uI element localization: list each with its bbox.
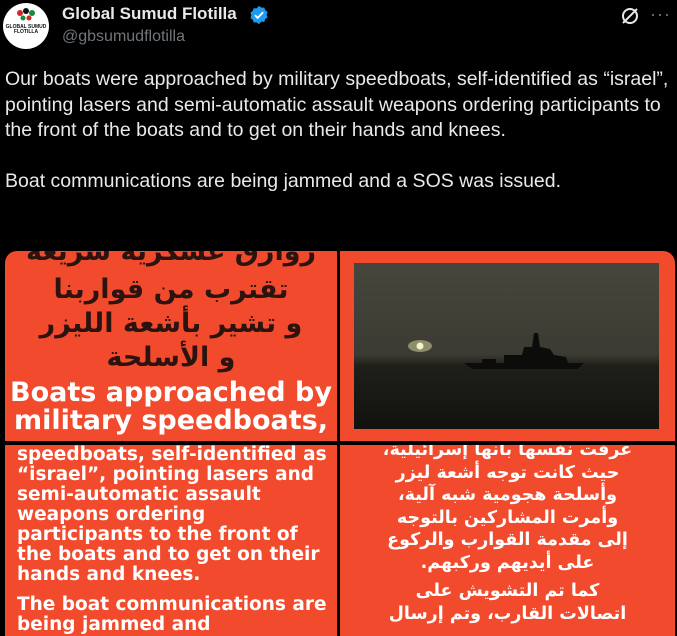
english-body-paragraph: The boat communications are being jammed… [17, 594, 327, 635]
media-panel-arabic-text: عرفت نفسها بأنها إسرائيلية، حيث كانت توج… [340, 445, 675, 636]
arabic-body-line: حيث كانت توجه أشعة ليزر [395, 462, 620, 483]
post-paragraph: Boat communications are being jammed and… [5, 169, 562, 192]
arabic-body-line: وأسلحة هجومية شبه آلية، [398, 485, 617, 505]
avatar-text: GLOBAL SUMUD FLOTILLA [5, 24, 47, 35]
warship-photo [354, 263, 659, 429]
arabic-body-line: عرفت نفسها بأنها إسرائيلية، [382, 445, 633, 460]
english-heading: Boats approached by military speedboats, [10, 377, 332, 436]
arabic-body-line: على أيديهم وركبهم. [420, 552, 595, 573]
account-handle[interactable]: @gbsumudflotilla [62, 28, 185, 46]
account-name[interactable]: Global Sumud Flotilla [62, 4, 237, 24]
arabic-body-line: كما تم التشويش على [415, 581, 600, 601]
arabic-body-line: وأمرت المشاركين بالتوجه [396, 507, 619, 528]
arabic-heading-line: و تشير بأشعة الليزر [39, 308, 303, 339]
warship-silhouette-icon [408, 333, 584, 369]
arabic-heading-line: تقترب من قواربنا [53, 274, 289, 305]
arabic-body-line: اتصالات القارب، وتم إرسال [388, 603, 627, 624]
verified-badge-icon [250, 5, 268, 25]
grok-icon[interactable] [620, 6, 640, 26]
english-body: speedboats, self-identified as “israel”,… [17, 445, 335, 635]
media-panel-photo [340, 251, 675, 441]
arabic-body-line: إلى مقدمة القوارب والركوع [387, 530, 628, 550]
post-header: GLOBAL SUMUD FLOTILLA Global Sumud Floti… [0, 0, 677, 56]
media-panel-arabic-heading: زوارق عسكرية سريعة تقترب من قواربنا و تش… [5, 251, 337, 441]
post-text: Our boats were approached by military sp… [5, 67, 670, 194]
avatar[interactable]: GLOBAL SUMUD FLOTILLA [3, 3, 49, 49]
post-media[interactable]: زوارق عسكرية سريعة تقترب من قواربنا و تش… [0, 243, 677, 636]
more-icon[interactable]: ··· [650, 4, 671, 25]
arabic-heading-line: و الأسلحة [106, 342, 236, 373]
english-body-paragraph: speedboats, self-identified as “israel”,… [17, 445, 327, 585]
post-paragraph: Our boats were approached by military sp… [5, 68, 669, 141]
media-panel-english-text: speedboats, self-identified as “israel”,… [5, 445, 337, 636]
arabic-body: عرفت نفسها بأنها إسرائيلية، حيث كانت توج… [350, 445, 665, 625]
arabic-heading-line: زوارق عسكرية سريعة [25, 251, 317, 267]
